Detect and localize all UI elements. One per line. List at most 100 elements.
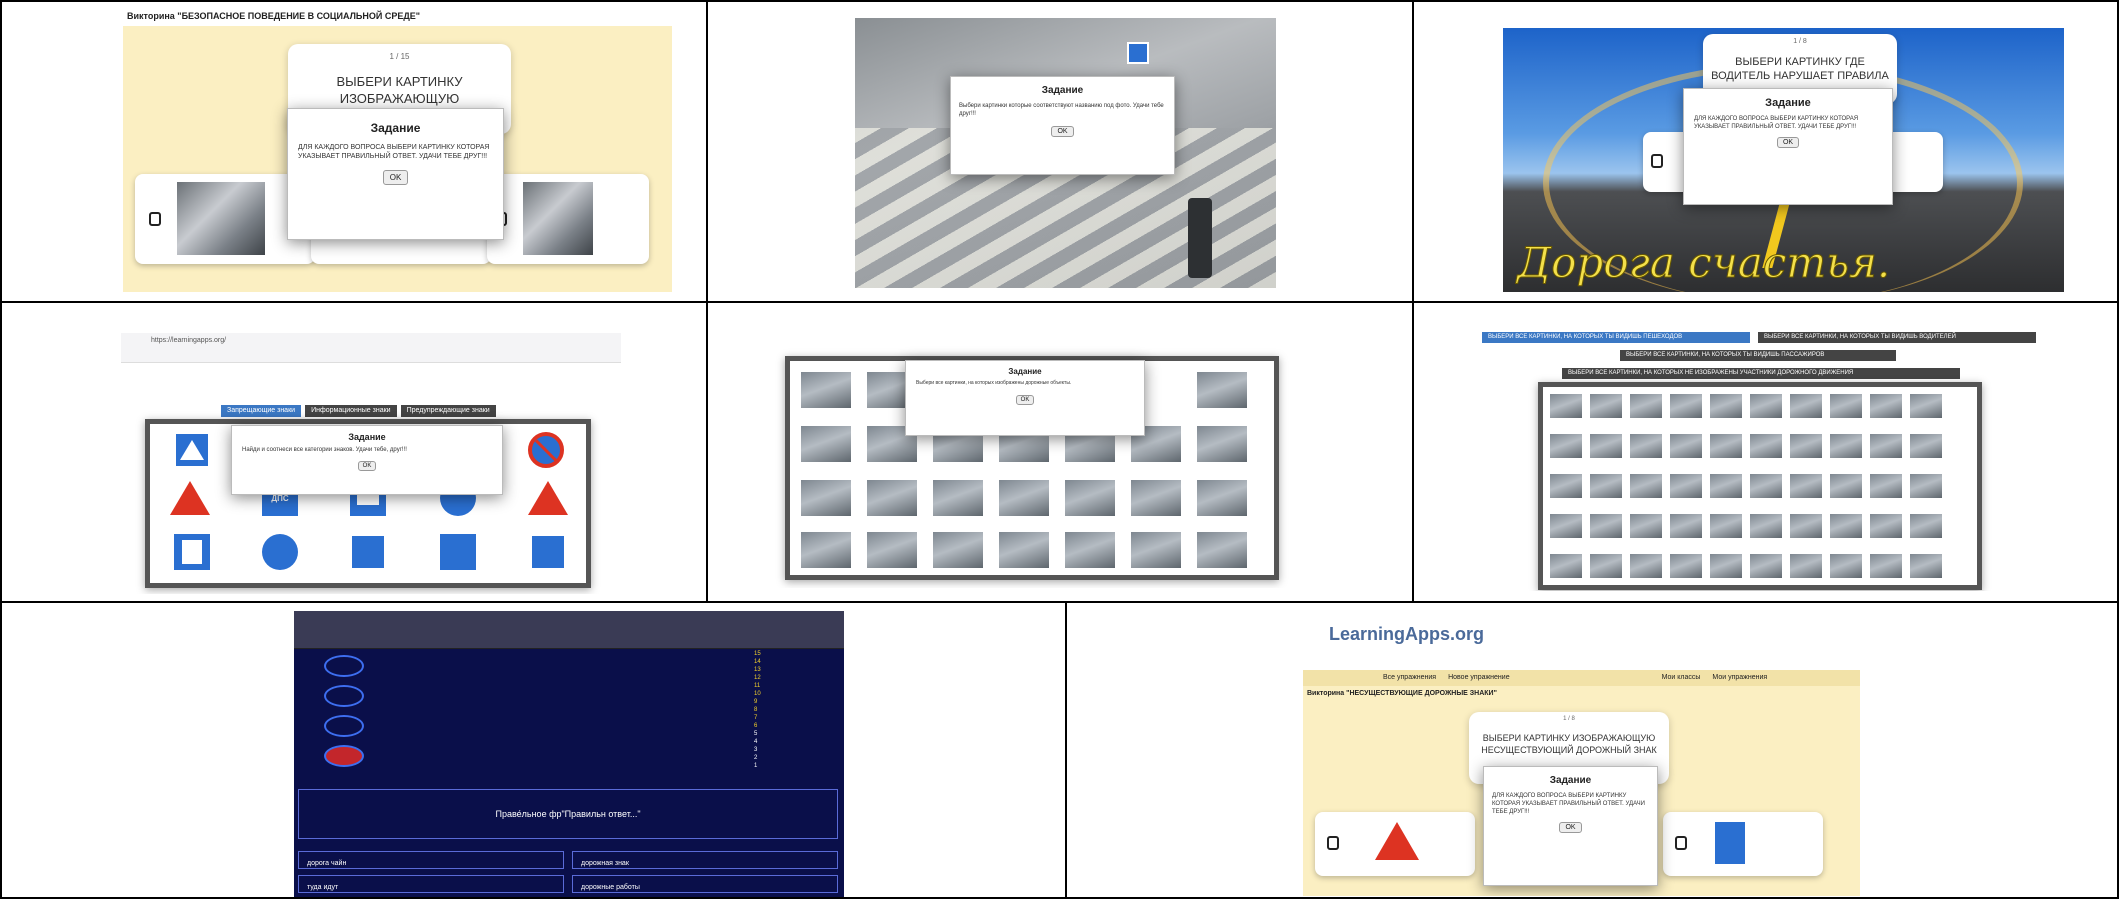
photo-tile[interactable] — [1589, 473, 1623, 499]
road-photo[interactable] — [1196, 371, 1248, 409]
photo-tile[interactable] — [1669, 433, 1703, 459]
answer-option-b[interactable]: дорожная знак — [572, 851, 838, 869]
road-photo[interactable] — [800, 425, 852, 463]
lifeline-used-icon[interactable] — [324, 715, 364, 737]
ok-button[interactable]: OK — [1015, 394, 1035, 405]
tag-drivers[interactable]: ВЫБЕРИ ВСЕ КАРТИНКИ, НА КОТОРЫХ ТЫ ВИДИШ… — [1758, 332, 2036, 343]
answer-checkbox[interactable] — [1327, 836, 1339, 850]
answer-checkbox[interactable] — [149, 212, 161, 226]
tag-pedestrians[interactable]: ВЫБЕРИ ВСЕ КАРТИНКИ, НА КОТОРЫХ ТЫ ВИДИШ… — [1482, 332, 1750, 343]
photo-tile[interactable] — [1669, 513, 1703, 539]
photo-tile[interactable] — [1749, 393, 1783, 419]
photo-tile[interactable] — [1749, 433, 1783, 459]
photo-tile[interactable] — [1749, 553, 1783, 579]
photo-tile[interactable] — [1669, 553, 1703, 579]
photo-tile[interactable] — [1629, 393, 1663, 419]
water-sign[interactable] — [440, 534, 476, 570]
photo-tile[interactable] — [1909, 473, 1943, 499]
road-photo[interactable] — [800, 371, 852, 409]
photo-tile[interactable] — [1709, 473, 1743, 499]
menu-my-classes[interactable]: Мои классы — [1662, 670, 1701, 686]
tag-passengers[interactable]: ВЫБЕРИ ВСЕ КАРТИНКИ, НА КОТОРЫХ ТЫ ВИДИШ… — [1620, 350, 1896, 361]
menu-my-exercises[interactable]: Мои упражнения — [1712, 670, 1767, 686]
answer-option-a[interactable]: дорога чайн — [298, 851, 564, 869]
tab-prohibitory[interactable]: Запрещающие знаки — [221, 405, 302, 417]
crosswalk-sign[interactable] — [530, 534, 566, 570]
photo-tile[interactable] — [1909, 553, 1943, 579]
no-stopping-sign[interactable] — [528, 432, 564, 468]
photo-tile[interactable] — [1629, 553, 1663, 579]
lifeline-used-icon[interactable] — [324, 685, 364, 707]
menu-all-exercises[interactable]: Все упражнения — [1383, 670, 1436, 686]
tag-non-participants[interactable]: ВЫБЕРИ ВСЕ КАРТИНКИ, НА КОТОРЫХ НЕ ИЗОБР… — [1562, 368, 1960, 379]
answer-card-3[interactable] — [1663, 812, 1823, 876]
photo-tile[interactable] — [1629, 473, 1663, 499]
photo-tile[interactable] — [1869, 553, 1903, 579]
ok-button[interactable]: OK — [357, 461, 377, 472]
photo-tile[interactable] — [1869, 393, 1903, 419]
road-photo[interactable] — [1196, 479, 1248, 517]
pedestrian-warning-sign[interactable] — [528, 480, 568, 516]
road-photo[interactable] — [1064, 479, 1116, 517]
road-photo[interactable] — [866, 479, 918, 517]
road-photo[interactable] — [932, 531, 984, 569]
bicycle-path-sign[interactable] — [262, 534, 298, 570]
photo-tile[interactable] — [1829, 473, 1863, 499]
photo-tile[interactable] — [1549, 513, 1583, 539]
photo-tile[interactable] — [1829, 513, 1863, 539]
road-photo[interactable] — [1130, 479, 1182, 517]
photo-tile[interactable] — [1869, 433, 1903, 459]
photo-tile[interactable] — [1589, 433, 1623, 459]
photo-tile[interactable] — [1549, 553, 1583, 579]
ok-button[interactable]: OK — [1051, 126, 1074, 138]
photo-tile[interactable] — [1789, 473, 1823, 499]
photo-tile[interactable] — [1789, 553, 1823, 579]
photo-tile[interactable] — [1709, 393, 1743, 419]
browser-url[interactable]: https://learningapps.org/ — [151, 337, 226, 344]
photo-tile[interactable] — [1629, 433, 1663, 459]
photo-tile[interactable] — [1709, 433, 1743, 459]
ok-button[interactable]: OK — [1776, 137, 1800, 149]
road-photo[interactable] — [1196, 531, 1248, 569]
crossing-sign[interactable] — [350, 534, 386, 570]
answer-checkbox[interactable] — [1651, 154, 1663, 168]
photo-tile[interactable] — [1589, 393, 1623, 419]
photo-tile[interactable] — [1549, 393, 1583, 419]
lifeline-used-icon[interactable] — [324, 745, 364, 767]
road-photo[interactable] — [998, 479, 1050, 517]
children-warning-sign[interactable] — [170, 480, 210, 516]
photo-tile[interactable] — [1829, 393, 1863, 419]
photo-tile[interactable] — [1829, 553, 1863, 579]
photo-tile[interactable] — [1589, 513, 1623, 539]
ok-button[interactable]: OK — [1559, 822, 1582, 834]
road-photo[interactable] — [998, 531, 1050, 569]
photo-tile[interactable] — [1789, 433, 1823, 459]
photo-tile[interactable] — [1709, 553, 1743, 579]
photo-tile[interactable] — [1789, 393, 1823, 419]
photo-tile[interactable] — [1909, 513, 1943, 539]
photo-tile[interactable] — [1669, 393, 1703, 419]
ok-button[interactable]: OK — [382, 169, 409, 185]
road-photo[interactable] — [1196, 425, 1248, 463]
answer-card-1[interactable] — [1315, 812, 1475, 876]
answer-checkbox[interactable] — [1675, 836, 1687, 850]
photo-tile[interactable] — [1589, 553, 1623, 579]
photo-tile[interactable] — [1829, 433, 1863, 459]
lifeline-used-icon[interactable] — [324, 655, 364, 677]
menu-new-exercise[interactable]: Новое упражнение — [1448, 670, 1510, 686]
photo-tile[interactable] — [1669, 473, 1703, 499]
pedestrian-crossing-sign[interactable] — [174, 432, 210, 468]
photo-tile[interactable] — [1549, 433, 1583, 459]
answer-option-c[interactable]: туда идут — [298, 875, 564, 893]
answer-option-d[interactable]: дорожные работы — [572, 875, 838, 893]
road-photo[interactable] — [866, 531, 918, 569]
photo-tile[interactable] — [1909, 433, 1943, 459]
road-photo[interactable] — [1130, 531, 1182, 569]
fuel-station-sign[interactable] — [174, 534, 210, 570]
tab-informational[interactable]: Информационные знаки — [305, 405, 397, 417]
photo-tile[interactable] — [1709, 513, 1743, 539]
road-photo[interactable] — [932, 479, 984, 517]
photo-tile[interactable] — [1869, 473, 1903, 499]
answer-card-3[interactable] — [487, 174, 649, 264]
photo-tile[interactable] — [1869, 513, 1903, 539]
